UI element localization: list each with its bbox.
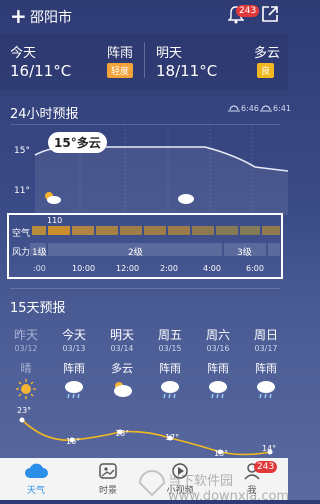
today-condition: 阵雨 (107, 46, 134, 61)
daily-temp: 16° (66, 437, 81, 446)
highlight-box (7, 213, 283, 279)
day-condition: 阵雨 (63, 362, 85, 375)
separator (10, 288, 280, 289)
daily-temp: 14° (262, 444, 277, 453)
daily-title: 15天预报 (10, 301, 66, 316)
tab-scenery[interactable]: 时景 (72, 461, 144, 500)
tab-weather[interactable]: 天气 (0, 461, 72, 500)
y-tick-high: 15° (14, 146, 30, 156)
day-condition: 晴 (20, 362, 32, 375)
daily-temp: 17° (165, 433, 180, 442)
rain-cloud-icon (54, 378, 94, 404)
today-aqi-badge: 轻度 (107, 63, 134, 78)
day-date: 03/13 (62, 344, 86, 353)
daily-temp: 13° (214, 449, 229, 458)
top-bar: + 邵阳市 243 (0, 0, 288, 34)
y-tick-low: 11° (14, 186, 30, 196)
day-date: 03/17 (254, 344, 278, 353)
hourly-tooltip: 15°多云 (48, 132, 107, 153)
daily-day-column[interactable]: 今天 03/13 阵雨 (54, 326, 94, 404)
day-date: 03/15 (158, 344, 182, 353)
rain-cloud-icon (198, 378, 238, 404)
add-city-icon[interactable]: + (10, 4, 27, 28)
rain-cloud-icon (150, 378, 190, 404)
divider (144, 42, 145, 78)
watermark-text: 当下软件园 www.downxia.com (168, 474, 290, 504)
sunrise-icon (228, 105, 240, 112)
day-name: 明天 (109, 328, 134, 342)
daily-day-column[interactable]: 明天 03/14 多云 (102, 326, 142, 404)
sun-icon (6, 378, 46, 404)
weather-screen: { "header": {"plus_icon": "+", "city": "… (0, 0, 291, 504)
day-name: 昨天 (13, 328, 38, 342)
daily-day-column[interactable]: 周日 03/17 阵雨 (246, 326, 286, 404)
watermark-logo (138, 470, 166, 496)
day-date: 03/14 (110, 344, 134, 353)
tab-label: 时景 (98, 486, 117, 496)
day-condition: 阵雨 (159, 362, 181, 375)
rain-cloud-icon (246, 378, 286, 404)
daily-day-column[interactable]: 周五 03/15 阵雨 (150, 326, 190, 404)
day-name: 今天 (61, 328, 86, 342)
city-name[interactable]: 邵阳市 (30, 7, 72, 27)
daily-temp-curve (19, 417, 273, 456)
daily-day-column[interactable]: 周六 03/16 阵雨 (198, 326, 238, 404)
cloud-icon (102, 378, 142, 404)
daily-day-column[interactable]: 昨天 03/12 晴 (6, 326, 46, 404)
today-temp: 16/11°C (10, 62, 72, 80)
tomorrow-label: 明天 (156, 46, 183, 61)
day-condition: 多云 (111, 362, 133, 375)
notification-badge: 243 (236, 5, 260, 17)
tomorrow-temp: 18/11°C (156, 62, 218, 80)
hourly-title: 24小时预报 (10, 107, 79, 122)
day-date: 03/12 (14, 344, 38, 353)
photo-tab-icon (99, 463, 117, 479)
day-name: 周五 (157, 328, 182, 342)
day-name: 周六 (205, 328, 230, 342)
tab-label: 天气 (26, 486, 45, 496)
sunset-icon (260, 105, 272, 112)
day-condition: 阵雨 (255, 362, 277, 375)
tomorrow-condition: 多云 (254, 46, 281, 61)
weather-tab-icon (25, 463, 48, 478)
sunrise-time: 6:46 (241, 104, 259, 113)
partly-cloudy-icon (45, 192, 61, 204)
daily-temp: 23° (17, 406, 32, 415)
day-date: 03/16 (206, 344, 230, 353)
tomorrow-aqi-badge: 良 (257, 63, 275, 78)
day-condition: 阵雨 (207, 362, 229, 375)
sunset-time: 6:41 (273, 104, 291, 113)
today-label: 今天 (10, 46, 37, 61)
cloud-icon (178, 194, 194, 204)
daily-temp: 18° (115, 429, 130, 438)
share-icon[interactable] (261, 5, 279, 23)
day-name: 周日 (253, 328, 278, 342)
